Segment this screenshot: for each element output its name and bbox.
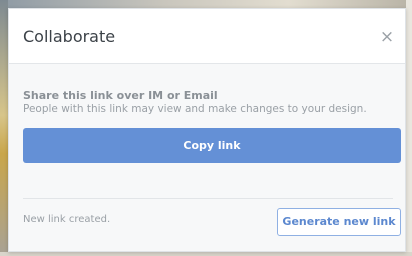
dialog-title: Collaborate (23, 27, 116, 46)
close-icon[interactable]: × (379, 29, 395, 46)
backdrop-left (0, 0, 8, 256)
generate-new-link-button[interactable]: Generate new link (277, 208, 401, 236)
backdrop-bottom (0, 252, 412, 256)
share-heading: Share this link over IM or Email (23, 89, 218, 102)
divider (23, 198, 393, 199)
dialog-header: Collaborate × (9, 9, 405, 64)
backdrop-top (0, 0, 412, 8)
backdrop-right (406, 0, 412, 256)
copy-link-button[interactable]: Copy link (23, 128, 401, 163)
status-text: New link created. (23, 214, 111, 225)
collaborate-dialog: Collaborate × Share this link over IM or… (8, 8, 406, 252)
share-description: People with this link may view and make … (23, 103, 367, 115)
